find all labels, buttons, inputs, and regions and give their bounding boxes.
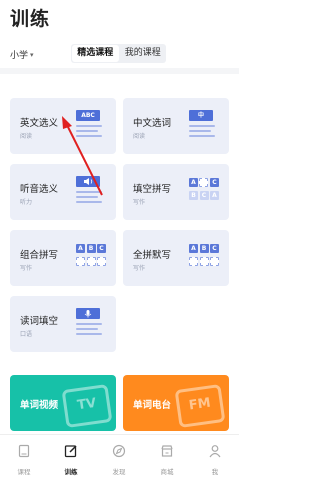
chevron-down-icon: ▾	[30, 50, 34, 59]
edit-icon	[64, 443, 78, 458]
compass-icon	[112, 443, 126, 458]
nav-label: 发现	[112, 468, 126, 476]
nav-item-me[interactable]: 我	[195, 443, 235, 476]
tab-my-courses[interactable]: 我的课程	[120, 45, 167, 62]
card-subtitle: 写作	[133, 265, 146, 272]
page-title: 训练	[10, 8, 51, 30]
card-subtitle: 阅读	[20, 133, 33, 140]
card-subtitle: 阅读	[133, 133, 146, 140]
card-subtitle: 写作	[20, 265, 33, 272]
tv-icon: TV	[61, 383, 113, 429]
nav-item-training[interactable]: 训练	[51, 443, 91, 476]
card-read-fill-blank[interactable]: 读词填空 口语	[10, 296, 116, 352]
card-fill-in-spelling[interactable]: 填空拼写 写作 A C B C A	[123, 164, 229, 220]
card-english-to-meaning[interactable]: 英文选义 阅读 ABC	[10, 98, 116, 154]
banner-title: 单词电台	[133, 400, 172, 411]
letter-blocks-icon: A C B C A	[189, 176, 219, 206]
nav-item-store[interactable]: 商城	[147, 443, 187, 476]
card-title: 组合拼写	[20, 250, 59, 261]
bottom-nav: 课程 训练 发现 商城 我	[0, 434, 239, 501]
nav-label: 商城	[160, 468, 174, 476]
card-listen-to-meaning[interactable]: 听音选义 听力	[10, 164, 116, 220]
card-title: 中文选词	[133, 118, 172, 129]
card-title: 听音选义	[20, 184, 59, 195]
grade-selector[interactable]: 小学 ▾	[10, 48, 34, 62]
nav-item-courses[interactable]: 课程	[4, 443, 44, 476]
card-chinese-to-word[interactable]: 中文选词 阅读 中	[123, 98, 229, 154]
radio-icon: FM	[174, 383, 226, 429]
card-title: 全拼默写	[133, 250, 172, 261]
card-full-dictation[interactable]: 全拼默写 写作 A B C	[123, 230, 229, 286]
nav-label: 我	[211, 468, 219, 476]
nav-label: 训练	[64, 468, 78, 476]
card-subtitle: 写作	[133, 199, 146, 206]
section-divider	[0, 68, 239, 74]
letter-blocks-icon: A B C	[76, 242, 106, 272]
card-subtitle: 口语	[20, 331, 33, 338]
letter-blocks-icon: A B C	[189, 242, 219, 272]
banner-word-radio[interactable]: 单词电台 FM	[123, 375, 229, 431]
card-title: 填空拼写	[133, 184, 172, 195]
banner-title: 单词视频	[20, 400, 59, 411]
card-subtitle: 听力	[20, 199, 33, 206]
microphone-icon	[76, 308, 106, 338]
card-title: 英文选义	[20, 118, 59, 129]
tab-featured-courses[interactable]: 精选课程	[72, 45, 119, 62]
card-combination-spelling[interactable]: 组合拼写 写作 A B C	[10, 230, 116, 286]
nav-label: 课程	[17, 468, 31, 476]
speaker-icon	[76, 176, 106, 206]
course-tabs: 精选课程 我的课程	[71, 44, 166, 63]
chinese-text-icon: 中	[189, 110, 219, 140]
person-icon	[208, 443, 222, 458]
nav-item-discover[interactable]: 发现	[99, 443, 139, 476]
grade-label: 小学	[10, 51, 29, 61]
banner-word-video[interactable]: 单词视频 TV	[10, 375, 116, 431]
abc-text-icon: ABC	[76, 110, 106, 140]
book-icon	[17, 443, 31, 458]
card-title: 读词填空	[20, 316, 59, 327]
store-icon	[160, 443, 174, 457]
